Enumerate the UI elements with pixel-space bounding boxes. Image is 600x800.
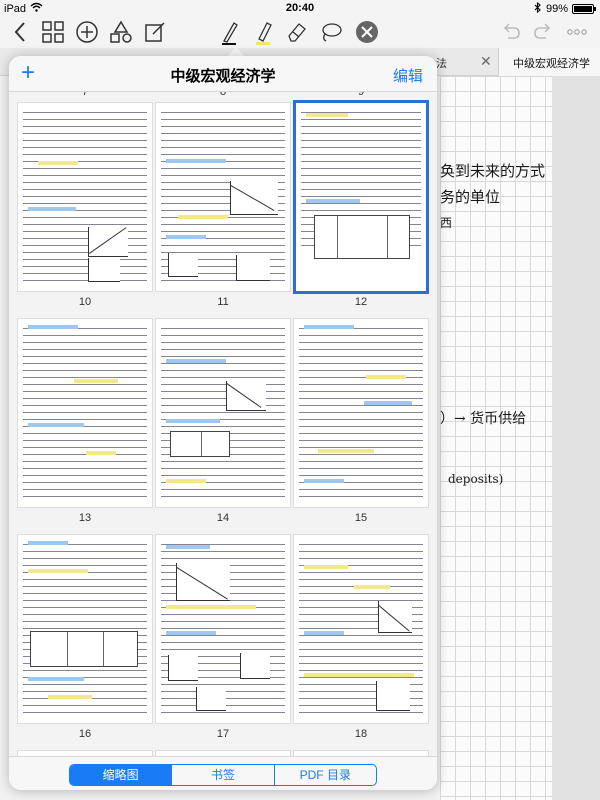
redo-icon[interactable] (530, 19, 556, 45)
tab-bookmarks[interactable]: 书签 (172, 765, 275, 785)
document-margin (552, 76, 600, 800)
page-number: 14 (216, 512, 230, 524)
page-navigator-popover: + 中级宏观经济学 编辑 7 8 9 10 11 12 13 14 15 16 … (9, 56, 437, 790)
shapes-icon[interactable] (108, 19, 134, 45)
back-chevron-icon[interactable] (8, 19, 34, 45)
page-number: 18 (354, 728, 368, 740)
handwriting-line: 奂到未来的方式 (440, 162, 546, 180)
page-thumbnail[interactable] (293, 318, 429, 508)
page-thumbnail-selected[interactable] (293, 100, 429, 294)
page-number: 16 (78, 728, 92, 740)
page-thumbnail[interactable] (155, 534, 291, 724)
page-thumbnail[interactable] (155, 102, 291, 292)
view-mode-segmented-control: 缩略图 书签 PDF 目录 (69, 764, 377, 786)
tab-partial[interactable]: 法 (436, 55, 447, 71)
battery-percent: 99% (545, 3, 568, 15)
tab-active[interactable]: 中级宏观经济学 (498, 48, 600, 76)
document-page[interactable] (440, 76, 552, 800)
tab-pdf-outline[interactable]: PDF 目录 (275, 765, 376, 785)
pen-icon[interactable] (216, 19, 242, 45)
status-bar: iPad 20:40 99% (0, 0, 600, 16)
page-thumbnail[interactable] (155, 318, 291, 508)
undo-icon[interactable] (498, 19, 524, 45)
page-number: 9 (357, 92, 365, 98)
highlighter-icon[interactable] (250, 19, 276, 45)
page-number: 7 (81, 92, 89, 98)
page-number: 17 (216, 728, 230, 740)
lasso-icon[interactable] (318, 19, 344, 45)
page-thumbnail[interactable] (17, 534, 153, 724)
page-number-selected: 12 (354, 296, 368, 308)
battery-icon (572, 4, 596, 14)
page-number: 11 (217, 296, 229, 308)
eraser-icon[interactable] (284, 19, 310, 45)
close-circle-icon[interactable] (354, 19, 380, 45)
page-number: 10 (78, 296, 92, 308)
edit-button[interactable]: 编辑 (393, 65, 423, 86)
page-thumbnail[interactable] (293, 534, 429, 724)
handwriting-line: 西 (440, 216, 453, 230)
notebook-title: 中级宏观经济学 (170, 68, 276, 85)
page-number: 15 (354, 512, 368, 524)
view-mode-bar: 缩略图 书签 PDF 目录 (9, 756, 437, 790)
handwriting-line: 务的单位 (440, 188, 501, 206)
page-thumbnail[interactable] (17, 102, 153, 292)
bluetooth-icon (534, 1, 542, 16)
grid-icon[interactable] (40, 19, 66, 45)
tab-thumbnails[interactable]: 缩略图 (70, 765, 173, 785)
popover-header: + 中级宏观经济学 编辑 (9, 56, 437, 92)
handwriting-line: deposits) (448, 472, 504, 486)
page-number: 13 (78, 512, 92, 524)
page-number: 8 (219, 92, 227, 98)
edit-icon[interactable] (142, 19, 168, 45)
toolbar (0, 16, 600, 48)
tab-close-icon[interactable]: ✕ (480, 53, 492, 70)
more-icon[interactable] (564, 19, 590, 45)
add-circle-icon[interactable] (74, 19, 100, 45)
status-time: 20:40 (285, 2, 315, 14)
page-thumbnail[interactable] (17, 318, 153, 508)
handwriting-line: ）→ 货币供给 (440, 411, 527, 427)
thumbnail-grid[interactable]: 7 8 9 10 11 12 13 14 15 16 17 18 (9, 92, 437, 756)
